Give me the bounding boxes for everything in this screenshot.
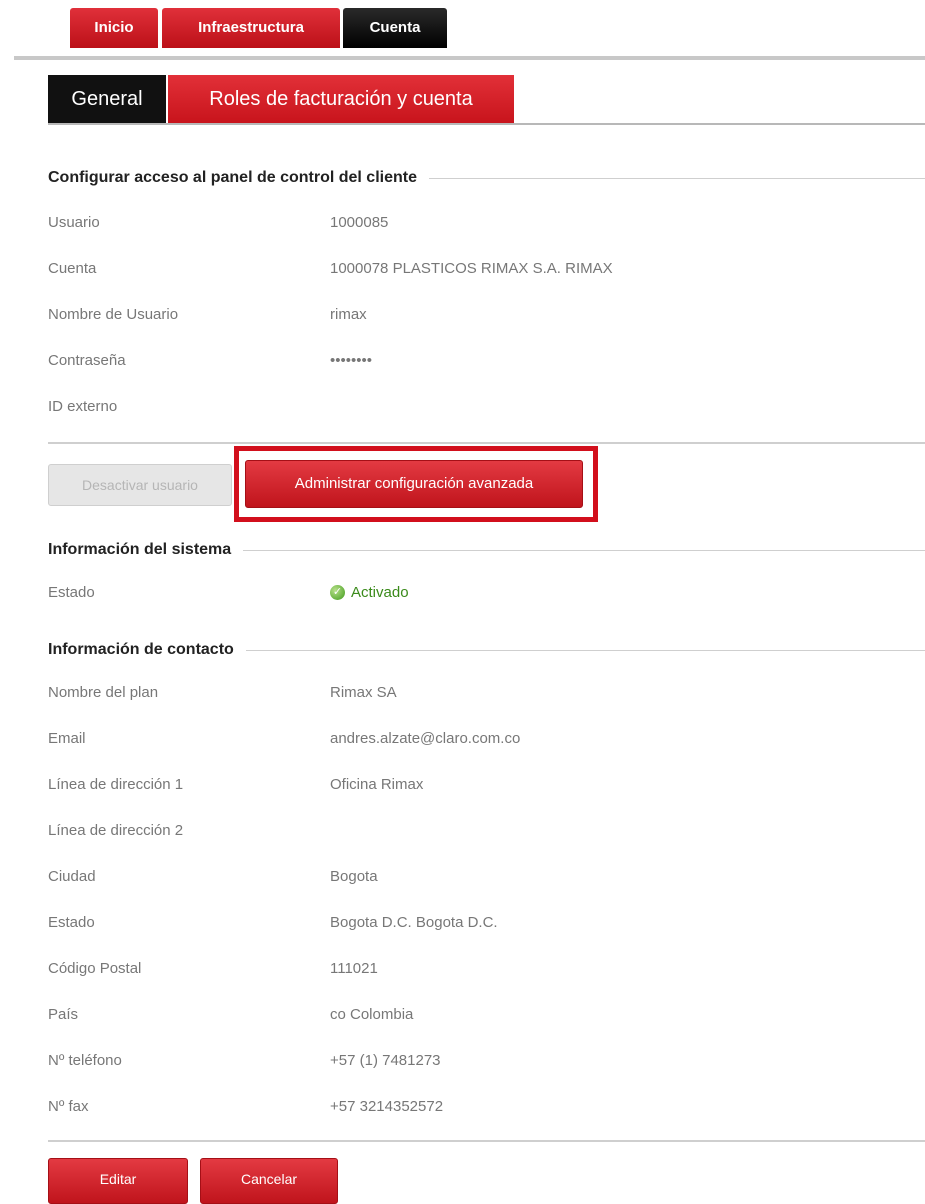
detail-row: Nombre del plan Rimax SA bbox=[48, 684, 925, 708]
field-label: Nombre del plan bbox=[48, 684, 159, 701]
field-label: Nombre de Usuario bbox=[48, 306, 179, 323]
field-value: Bogota bbox=[330, 868, 378, 885]
detail-row: Contraseña •••••••• bbox=[48, 352, 925, 376]
section-title: Información de contacto bbox=[48, 641, 234, 658]
field-value: +57 (1) 7481273 bbox=[330, 1052, 441, 1069]
field-label: Email bbox=[48, 730, 86, 747]
field-value: rimax bbox=[330, 306, 367, 323]
field-value: Bogota D.C. Bogota D.C. bbox=[330, 914, 498, 931]
field-value: +57 3214352572 bbox=[330, 1098, 444, 1115]
field-value: 1000078 PLASTICOS RIMAX S.A. RIMAX bbox=[330, 260, 613, 277]
status-label: Estado bbox=[48, 584, 95, 601]
detail-row: Código Postal 111021 bbox=[48, 960, 925, 984]
field-value: andres.alzate@claro.com.co bbox=[330, 730, 521, 747]
tab-cuenta[interactable]: Cuenta bbox=[343, 8, 447, 48]
field-label: Nº teléfono bbox=[48, 1052, 122, 1069]
field-value: co Colombia bbox=[330, 1006, 414, 1023]
top-nav-divider bbox=[14, 56, 925, 60]
top-nav: Inicio Infraestructura Cuenta bbox=[0, 0, 925, 62]
sub-nav: General Roles de facturación y cuenta bbox=[0, 75, 925, 127]
detail-row: Cuenta 1000078 PLASTICOS RIMAX S.A. RIMAX bbox=[48, 260, 925, 284]
detail-row: Nº teléfono +57 (1) 7481273 bbox=[48, 1052, 925, 1076]
field-label: País bbox=[48, 1006, 79, 1023]
status-row: Estado ✓ Activado bbox=[48, 584, 925, 608]
section-title: Configurar acceso al panel de control de… bbox=[48, 169, 417, 186]
detail-row: Email andres.alzate@claro.com.co bbox=[48, 730, 925, 754]
field-value: 111021 bbox=[330, 960, 378, 977]
detail-row: Usuario 1000085 bbox=[48, 214, 925, 238]
section-divider bbox=[428, 177, 925, 179]
tab-roles-facturacion[interactable]: Roles de facturación y cuenta bbox=[168, 75, 514, 123]
field-label: Contraseña bbox=[48, 352, 126, 369]
tab-infraestructura[interactable]: Infraestructura bbox=[162, 8, 340, 48]
tab-inicio[interactable]: Inicio bbox=[70, 8, 158, 48]
field-label: Línea de dirección 1 bbox=[48, 776, 184, 793]
edit-button[interactable]: Editar bbox=[48, 1158, 188, 1204]
cancel-button[interactable]: Cancelar bbox=[200, 1158, 338, 1204]
tab-general[interactable]: General bbox=[48, 75, 166, 123]
detail-row: País co Colombia bbox=[48, 1006, 925, 1030]
field-value: •••••••• bbox=[330, 352, 373, 369]
status-text: Activado bbox=[351, 584, 409, 601]
status-value: ✓ Activado bbox=[330, 584, 409, 601]
field-label: Estado bbox=[48, 914, 95, 931]
detail-row: Estado Bogota D.C. Bogota D.C. bbox=[48, 914, 925, 938]
divider bbox=[48, 1140, 925, 1142]
field-label: Nº fax bbox=[48, 1098, 89, 1115]
contact-section-header: Información de contacto bbox=[48, 638, 925, 662]
section-divider bbox=[245, 649, 925, 651]
access-section-header: Configurar acceso al panel de control de… bbox=[48, 166, 925, 190]
field-value: Rimax SA bbox=[330, 684, 397, 701]
system-section-header: Información del sistema bbox=[48, 538, 925, 562]
field-value: 1000085 bbox=[330, 214, 389, 231]
deactivate-user-button[interactable]: Desactivar usuario bbox=[48, 464, 232, 506]
divider bbox=[48, 442, 925, 444]
detail-row: Línea de dirección 1 Oficina Rimax bbox=[48, 776, 925, 800]
sub-nav-divider bbox=[48, 123, 925, 125]
field-value: Oficina Rimax bbox=[330, 776, 424, 793]
field-label: Ciudad bbox=[48, 868, 96, 885]
field-label: Línea de dirección 2 bbox=[48, 822, 184, 839]
field-label: Código Postal bbox=[48, 960, 142, 977]
detail-row: Nombre de Usuario rimax bbox=[48, 306, 925, 330]
detail-row: Ciudad Bogota bbox=[48, 868, 925, 892]
detail-row: Línea de dirección 2 bbox=[48, 822, 925, 846]
section-title: Información del sistema bbox=[48, 541, 232, 558]
field-label: Usuario bbox=[48, 214, 100, 231]
detail-row: ID externo bbox=[48, 398, 925, 422]
field-label: Cuenta bbox=[48, 260, 97, 277]
check-circle-icon: ✓ bbox=[330, 584, 345, 600]
detail-row: Nº fax +57 3214352572 bbox=[48, 1098, 925, 1122]
field-label: ID externo bbox=[48, 398, 118, 415]
advanced-settings-button[interactable]: Administrar configuración avanzada bbox=[245, 460, 583, 508]
section-divider bbox=[243, 549, 925, 551]
